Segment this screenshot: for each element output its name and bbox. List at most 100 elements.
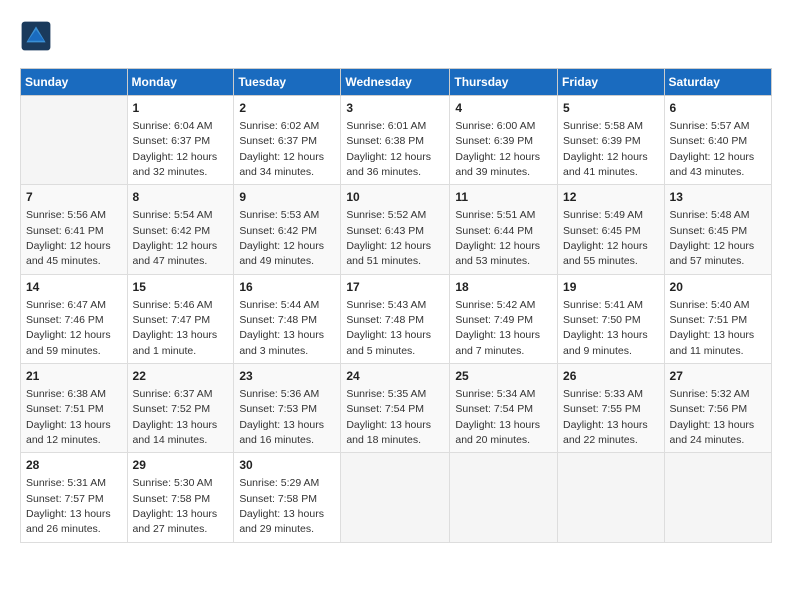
calendar-cell: 24Sunrise: 5:35 AMSunset: 7:54 PMDayligh… [341, 364, 450, 453]
cell-info: and 43 minutes. [670, 166, 745, 178]
day-number: 17 [346, 279, 444, 296]
cell-info: Sunrise: 6:02 AM [239, 120, 319, 132]
cell-info: and 53 minutes. [455, 255, 530, 267]
cell-info: Daylight: 12 hours [563, 240, 648, 252]
calendar-cell: 6Sunrise: 5:57 AMSunset: 6:40 PMDaylight… [664, 96, 771, 185]
calendar-cell: 25Sunrise: 5:34 AMSunset: 7:54 PMDayligh… [450, 364, 558, 453]
day-header-saturday: Saturday [664, 69, 771, 96]
cell-info: and 18 minutes. [346, 434, 421, 446]
cell-info: Sunset: 7:57 PM [26, 493, 104, 505]
day-number: 14 [26, 279, 122, 296]
cell-info: Sunrise: 5:42 AM [455, 299, 535, 311]
cell-info: Sunrise: 5:33 AM [563, 388, 643, 400]
cell-info: Sunrise: 5:29 AM [239, 477, 319, 489]
cell-info: Daylight: 13 hours [26, 419, 111, 431]
calendar-cell [558, 453, 665, 542]
cell-info: Sunset: 7:47 PM [133, 314, 211, 326]
cell-info: Sunrise: 5:30 AM [133, 477, 213, 489]
day-number: 10 [346, 189, 444, 206]
cell-info: and 16 minutes. [239, 434, 314, 446]
cell-info: Daylight: 12 hours [670, 240, 755, 252]
cell-info: and 32 minutes. [133, 166, 208, 178]
logo [20, 20, 56, 52]
cell-info: Sunrise: 5:49 AM [563, 209, 643, 221]
cell-info: Daylight: 13 hours [133, 419, 218, 431]
day-number: 18 [455, 279, 552, 296]
cell-info: and 41 minutes. [563, 166, 638, 178]
day-number: 19 [563, 279, 659, 296]
calendar-cell [450, 453, 558, 542]
cell-info: Sunset: 6:43 PM [346, 225, 424, 237]
cell-info: and 24 minutes. [670, 434, 745, 446]
cell-info: Sunset: 7:53 PM [239, 403, 317, 415]
cell-info: Daylight: 12 hours [133, 240, 218, 252]
cell-info: Sunrise: 5:57 AM [670, 120, 750, 132]
day-number: 6 [670, 100, 766, 117]
calendar-cell: 12 Sunrise: 5:49 AM Sunset: 6:45 PM Dayligh… [558, 185, 665, 274]
cell-info: Sunrise: 6:04 AM [133, 120, 213, 132]
cell-info: Daylight: 13 hours [26, 508, 111, 520]
cell-info: Sunset: 6:42 PM [133, 225, 211, 237]
calendar-cell: 26Sunrise: 5:33 AMSunset: 7:55 PMDayligh… [558, 364, 665, 453]
day-header-wednesday: Wednesday [341, 69, 450, 96]
cell-info: Sunset: 7:49 PM [455, 314, 533, 326]
cell-info: and 49 minutes. [239, 255, 314, 267]
calendar-cell: 7Sunrise: 5:56 AMSunset: 6:41 PMDaylight… [21, 185, 128, 274]
cell-info: Sunrise: 5:52 AM [346, 209, 426, 221]
cell-info: Sunrise: 6:01 AM [346, 120, 426, 132]
calendar-table: SundayMondayTuesdayWednesdayThursdayFrid… [20, 68, 772, 543]
cell-info: Sunrise: 6:37 AM [133, 388, 213, 400]
cell-info: and 27 minutes. [133, 523, 208, 535]
cell-info: Daylight: 12 hours [455, 151, 540, 163]
cell-info: Sunset: 7:51 PM [670, 314, 748, 326]
cell-info: and 59 minutes. [26, 345, 101, 357]
cell-info: Daylight: 12 hours [26, 240, 111, 252]
cell-info: Sunset: 6:39 PM [563, 135, 641, 147]
calendar-cell: 9Sunrise: 5:53 AMSunset: 6:42 PMDaylight… [234, 185, 341, 274]
cell-info: and 45 minutes. [26, 255, 101, 267]
day-number: 8 [133, 189, 229, 206]
cell-info: Sunset: 6:44 PM [455, 225, 533, 237]
day-header-tuesday: Tuesday [234, 69, 341, 96]
cell-info: Daylight: 12 hours [670, 151, 755, 163]
cell-info: Sunrise: 5:35 AM [346, 388, 426, 400]
cell-info: Sunset: 6:37 PM [133, 135, 211, 147]
calendar-cell: 1Sunrise: 6:04 AMSunset: 6:37 PMDaylight… [127, 96, 234, 185]
cell-info: Sunset: 6:45 PM [670, 225, 748, 237]
cell-info: Daylight: 13 hours [346, 419, 431, 431]
calendar-cell: 5Sunrise: 5:58 AMSunset: 6:39 PMDaylight… [558, 96, 665, 185]
cell-info: Daylight: 13 hours [239, 329, 324, 341]
day-number: 5 [563, 100, 659, 117]
cell-info: Sunset: 6:39 PM [455, 135, 533, 147]
calendar-cell: 8 Sunrise: 5:54 AM Sunset: 6:42 PM Daylight… [127, 185, 234, 274]
cell-info: Sunrise: 5:40 AM [670, 299, 750, 311]
cell-info: Daylight: 13 hours [455, 329, 540, 341]
day-number: 12 [563, 189, 659, 206]
cell-info: Daylight: 13 hours [133, 508, 218, 520]
cell-info: Sunrise: 5:51 AM [455, 209, 535, 221]
cell-info: Sunrise: 6:00 AM [455, 120, 535, 132]
cell-info: Daylight: 12 hours [239, 151, 324, 163]
calendar-week-5: 28Sunrise: 5:31 AMSunset: 7:57 PMDayligh… [21, 453, 772, 542]
calendar-cell: 28Sunrise: 5:31 AMSunset: 7:57 PMDayligh… [21, 453, 128, 542]
calendar-cell: 19Sunrise: 5:41 AMSunset: 7:50 PMDayligh… [558, 274, 665, 363]
cell-info: and 55 minutes. [563, 255, 638, 267]
cell-info: Sunrise: 5:54 AM [133, 209, 213, 221]
cell-info: and 36 minutes. [346, 166, 421, 178]
cell-info: and 11 minutes. [670, 345, 744, 357]
logo-icon [20, 20, 52, 52]
cell-info: Sunset: 7:54 PM [346, 403, 424, 415]
calendar-cell: 3Sunrise: 6:01 AMSunset: 6:38 PMDaylight… [341, 96, 450, 185]
calendar-cell: 20Sunrise: 5:40 AMSunset: 7:51 PMDayligh… [664, 274, 771, 363]
cell-info: and 34 minutes. [239, 166, 314, 178]
calendar-cell: 22Sunrise: 6:37 AMSunset: 7:52 PMDayligh… [127, 364, 234, 453]
cell-info: Sunset: 6:45 PM [563, 225, 641, 237]
cell-info: Daylight: 12 hours [563, 151, 648, 163]
day-number: 13 [670, 189, 766, 206]
calendar-week-2: 7Sunrise: 5:56 AMSunset: 6:41 PMDaylight… [21, 185, 772, 274]
cell-info: Sunrise: 5:44 AM [239, 299, 319, 311]
cell-info: and 29 minutes. [239, 523, 314, 535]
cell-info: Sunrise: 5:41 AM [563, 299, 643, 311]
cell-info: and 20 minutes. [455, 434, 530, 446]
cell-info: Sunrise: 5:32 AM [670, 388, 750, 400]
